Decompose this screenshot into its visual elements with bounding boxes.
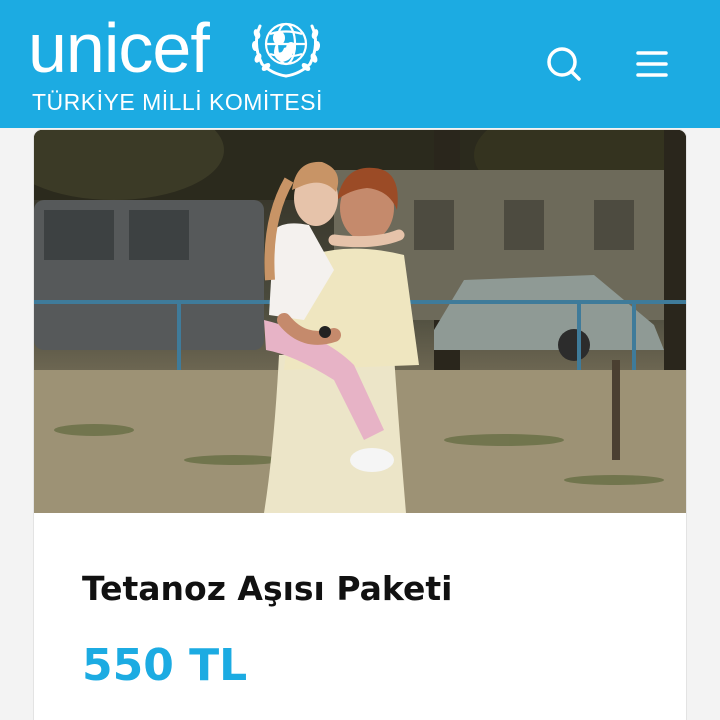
product-card[interactable]: Tetanoz Aşısı Paketi 550 TL (34, 130, 686, 720)
site-header: unicef TÜRKİYE MİLLİ KOMİTESİ (0, 0, 720, 128)
search-icon (547, 47, 581, 81)
product-price: 550 TL (82, 640, 248, 691)
product-title: Tetanoz Aşısı Paketi (82, 569, 453, 608)
menu-button[interactable] (628, 40, 676, 88)
logo-wordmark: unicef (28, 9, 210, 87)
hamburger-menu-icon (636, 51, 668, 77)
search-button[interactable] (540, 40, 588, 88)
logo-subtitle: TÜRKİYE MİLLİ KOMİTESİ (32, 89, 323, 115)
product-photo (34, 130, 686, 513)
unicef-emblem-icon (251, 22, 321, 78)
